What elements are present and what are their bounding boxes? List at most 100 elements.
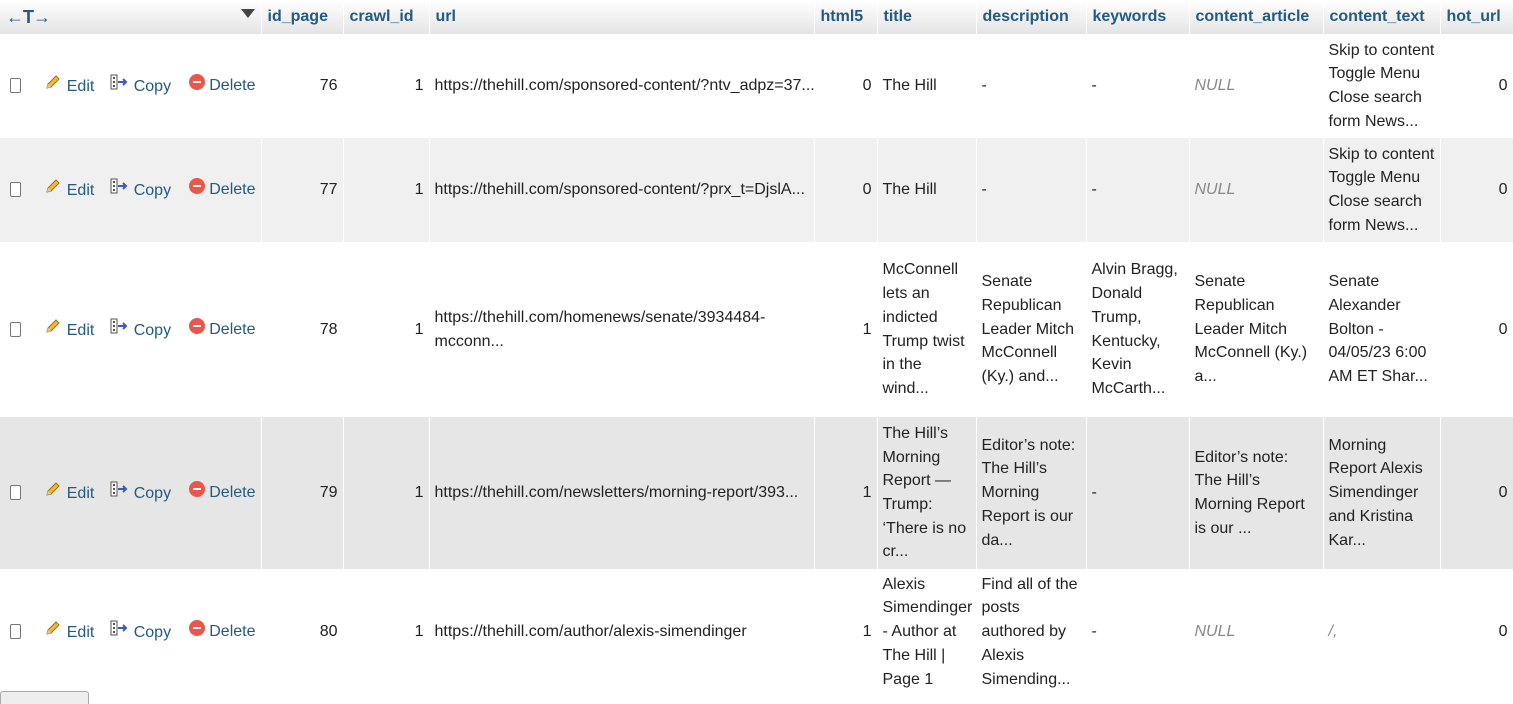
cell-keywords[interactable]: - <box>1086 34 1190 138</box>
cell-content-text[interactable]: Skip to content Toggle Menu Close search… <box>1323 34 1441 138</box>
copy-label: Copy <box>133 485 172 503</box>
edit-button[interactable]: Edit <box>44 619 94 645</box>
cell-url[interactable]: https://thehill.com/homenews/senate/3934… <box>429 242 815 417</box>
delete-button[interactable]: Delete <box>188 74 256 98</box>
pencil-icon <box>46 179 61 193</box>
delete-button[interactable]: Delete <box>188 178 256 202</box>
cell-content-text[interactable]: /, <box>1323 569 1441 695</box>
cell-title[interactable]: McConnell lets an indicted Trump twist i… <box>877 242 977 417</box>
row-checkbox[interactable] <box>10 624 22 640</box>
cell-title[interactable]: The Hill’s Morning Report — Trump: ‘Ther… <box>877 417 977 569</box>
column-header-crawl-id[interactable]: crawl_id <box>343 0 430 34</box>
cell-keywords[interactable]: - <box>1086 569 1190 695</box>
column-header-content-article[interactable]: content_article <box>1189 0 1324 34</box>
cell-id-page[interactable]: 77 <box>261 138 344 242</box>
copy-button[interactable]: Copy <box>109 73 171 99</box>
table-row: Edit Copy Delete 78 1 https://thehill.co… <box>0 242 1513 417</box>
cell-content-text[interactable]: Morning Report Alexis Simendinger and Kr… <box>1323 417 1441 569</box>
cell-url[interactable]: https://thehill.com/author/alexis-simend… <box>429 569 815 695</box>
copy-button[interactable]: Copy <box>109 317 171 343</box>
cell-keywords[interactable]: - <box>1086 138 1190 242</box>
pencil-icon <box>46 482 61 496</box>
cell-html5[interactable]: 1 <box>814 242 878 417</box>
cell-keywords[interactable]: Alvin Bragg, Donald Trump, Kentucky, Kev… <box>1086 242 1190 417</box>
cell-html5[interactable]: 1 <box>814 569 878 695</box>
cell-content-text[interactable]: Senate Alexander Bolton - 04/05/23 6:00 … <box>1323 242 1441 417</box>
delete-button[interactable]: Delete <box>188 481 256 505</box>
row-actions: Edit Copy Delete <box>0 242 262 417</box>
cell-description[interactable]: Find all of the posts authored by Alexis… <box>976 569 1087 695</box>
copy-button[interactable]: Copy <box>109 480 171 506</box>
column-header-id-page[interactable]: id_page <box>261 0 344 34</box>
cell-hot-url[interactable]: 0 <box>1440 34 1513 138</box>
column-header-html5[interactable]: html5 <box>814 0 878 34</box>
cell-hot-url[interactable]: 0 <box>1440 417 1513 569</box>
pencil-icon <box>46 75 61 89</box>
cell-url[interactable]: https://thehill.com/newsletters/morning-… <box>429 417 815 569</box>
cell-description[interactable]: Senate Republican Leader Mitch McConnell… <box>976 242 1087 417</box>
column-header-title[interactable]: title <box>877 0 977 34</box>
row-checkbox[interactable] <box>10 182 22 198</box>
cell-id-page[interactable]: 79 <box>261 417 344 569</box>
cell-html5[interactable]: 1 <box>814 417 878 569</box>
row-checkbox[interactable] <box>10 321 22 337</box>
copy-label: Copy <box>133 78 172 96</box>
cell-title[interactable]: The Hill <box>877 34 977 138</box>
cell-content-article[interactable]: NULL <box>1189 569 1324 695</box>
cell-crawl-id[interactable]: 1 <box>343 569 430 695</box>
cell-keywords[interactable]: - <box>1086 417 1190 569</box>
column-header-hot-url[interactable]: hot_url <box>1440 0 1513 34</box>
cell-hot-url[interactable]: 0 <box>1440 138 1513 242</box>
row-actions: Edit Copy Delete <box>0 417 262 569</box>
cell-crawl-id[interactable]: 1 <box>343 138 430 242</box>
row-checkbox[interactable] <box>10 485 22 501</box>
column-resize-arrows[interactable]: ←T→ <box>6 7 51 27</box>
delete-icon <box>188 74 205 91</box>
cell-content-article[interactable]: NULL <box>1189 34 1324 138</box>
column-header-url[interactable]: url <box>429 0 815 34</box>
edit-button[interactable]: Edit <box>44 480 94 506</box>
table-row: Edit Copy Delete 79 1 https://thehill.co… <box>0 417 1513 569</box>
edit-button[interactable]: Edit <box>44 177 94 203</box>
cell-title[interactable]: The Hill <box>877 138 977 242</box>
cell-crawl-id[interactable]: 1 <box>343 417 430 569</box>
edit-button[interactable]: Edit <box>44 73 94 99</box>
cell-description[interactable]: Editor’s note: The Hill’s Morning Report… <box>976 417 1087 569</box>
column-header-keywords[interactable]: keywords <box>1086 0 1190 34</box>
cell-content-article[interactable]: Editor’s note: The Hill’s Morning Report… <box>1189 417 1324 569</box>
cell-html5[interactable]: 0 <box>814 138 878 242</box>
copy-icon <box>110 318 128 334</box>
cell-title[interactable]: Alexis Simendinger - Author at The Hill … <box>877 569 977 695</box>
row-actions: Edit Copy Delete <box>0 138 262 242</box>
cell-id-page[interactable]: 78 <box>261 242 344 417</box>
cell-hot-url[interactable]: 0 <box>1440 242 1513 417</box>
cell-id-page[interactable]: 80 <box>261 569 344 695</box>
delete-button[interactable]: Delete <box>188 620 256 644</box>
copy-button[interactable]: Copy <box>109 619 171 645</box>
cell-content-text[interactable]: Skip to content Toggle Menu Close search… <box>1323 138 1441 242</box>
cell-description[interactable]: - <box>976 138 1087 242</box>
cell-id-page[interactable]: 76 <box>261 34 344 138</box>
delete-icon <box>188 317 205 334</box>
cell-url[interactable]: https://thehill.com/sponsored-content/?n… <box>429 34 815 138</box>
cell-content-article[interactable]: Senate Republican Leader Mitch McConnell… <box>1189 242 1324 417</box>
cell-url[interactable]: https://thehill.com/sponsored-content/?p… <box>429 138 815 242</box>
edit-label: Edit <box>66 321 95 339</box>
table-row: Edit Copy Delete 80 1 https://thehill.co… <box>0 569 1513 695</box>
column-header-description[interactable]: description <box>976 0 1087 34</box>
cell-html5[interactable]: 0 <box>814 34 878 138</box>
copy-button[interactable]: Copy <box>109 177 171 203</box>
row-checkbox[interactable] <box>10 78 22 94</box>
cell-crawl-id[interactable]: 1 <box>343 34 430 138</box>
column-header-content-text[interactable]: content_text <box>1323 0 1441 34</box>
column-toggle-header[interactable]: ←T→ <box>0 0 262 34</box>
delete-button[interactable]: Delete <box>188 317 256 342</box>
options-dropdown-icon[interactable] <box>240 8 255 18</box>
cell-description[interactable]: - <box>976 34 1087 138</box>
delete-label: Delete <box>209 181 256 199</box>
edit-button[interactable]: Edit <box>44 317 94 343</box>
bottom-tab[interactable] <box>0 691 89 704</box>
cell-crawl-id[interactable]: 1 <box>343 242 430 417</box>
cell-content-article[interactable]: NULL <box>1189 138 1324 242</box>
cell-hot-url[interactable]: 0 <box>1440 569 1513 695</box>
